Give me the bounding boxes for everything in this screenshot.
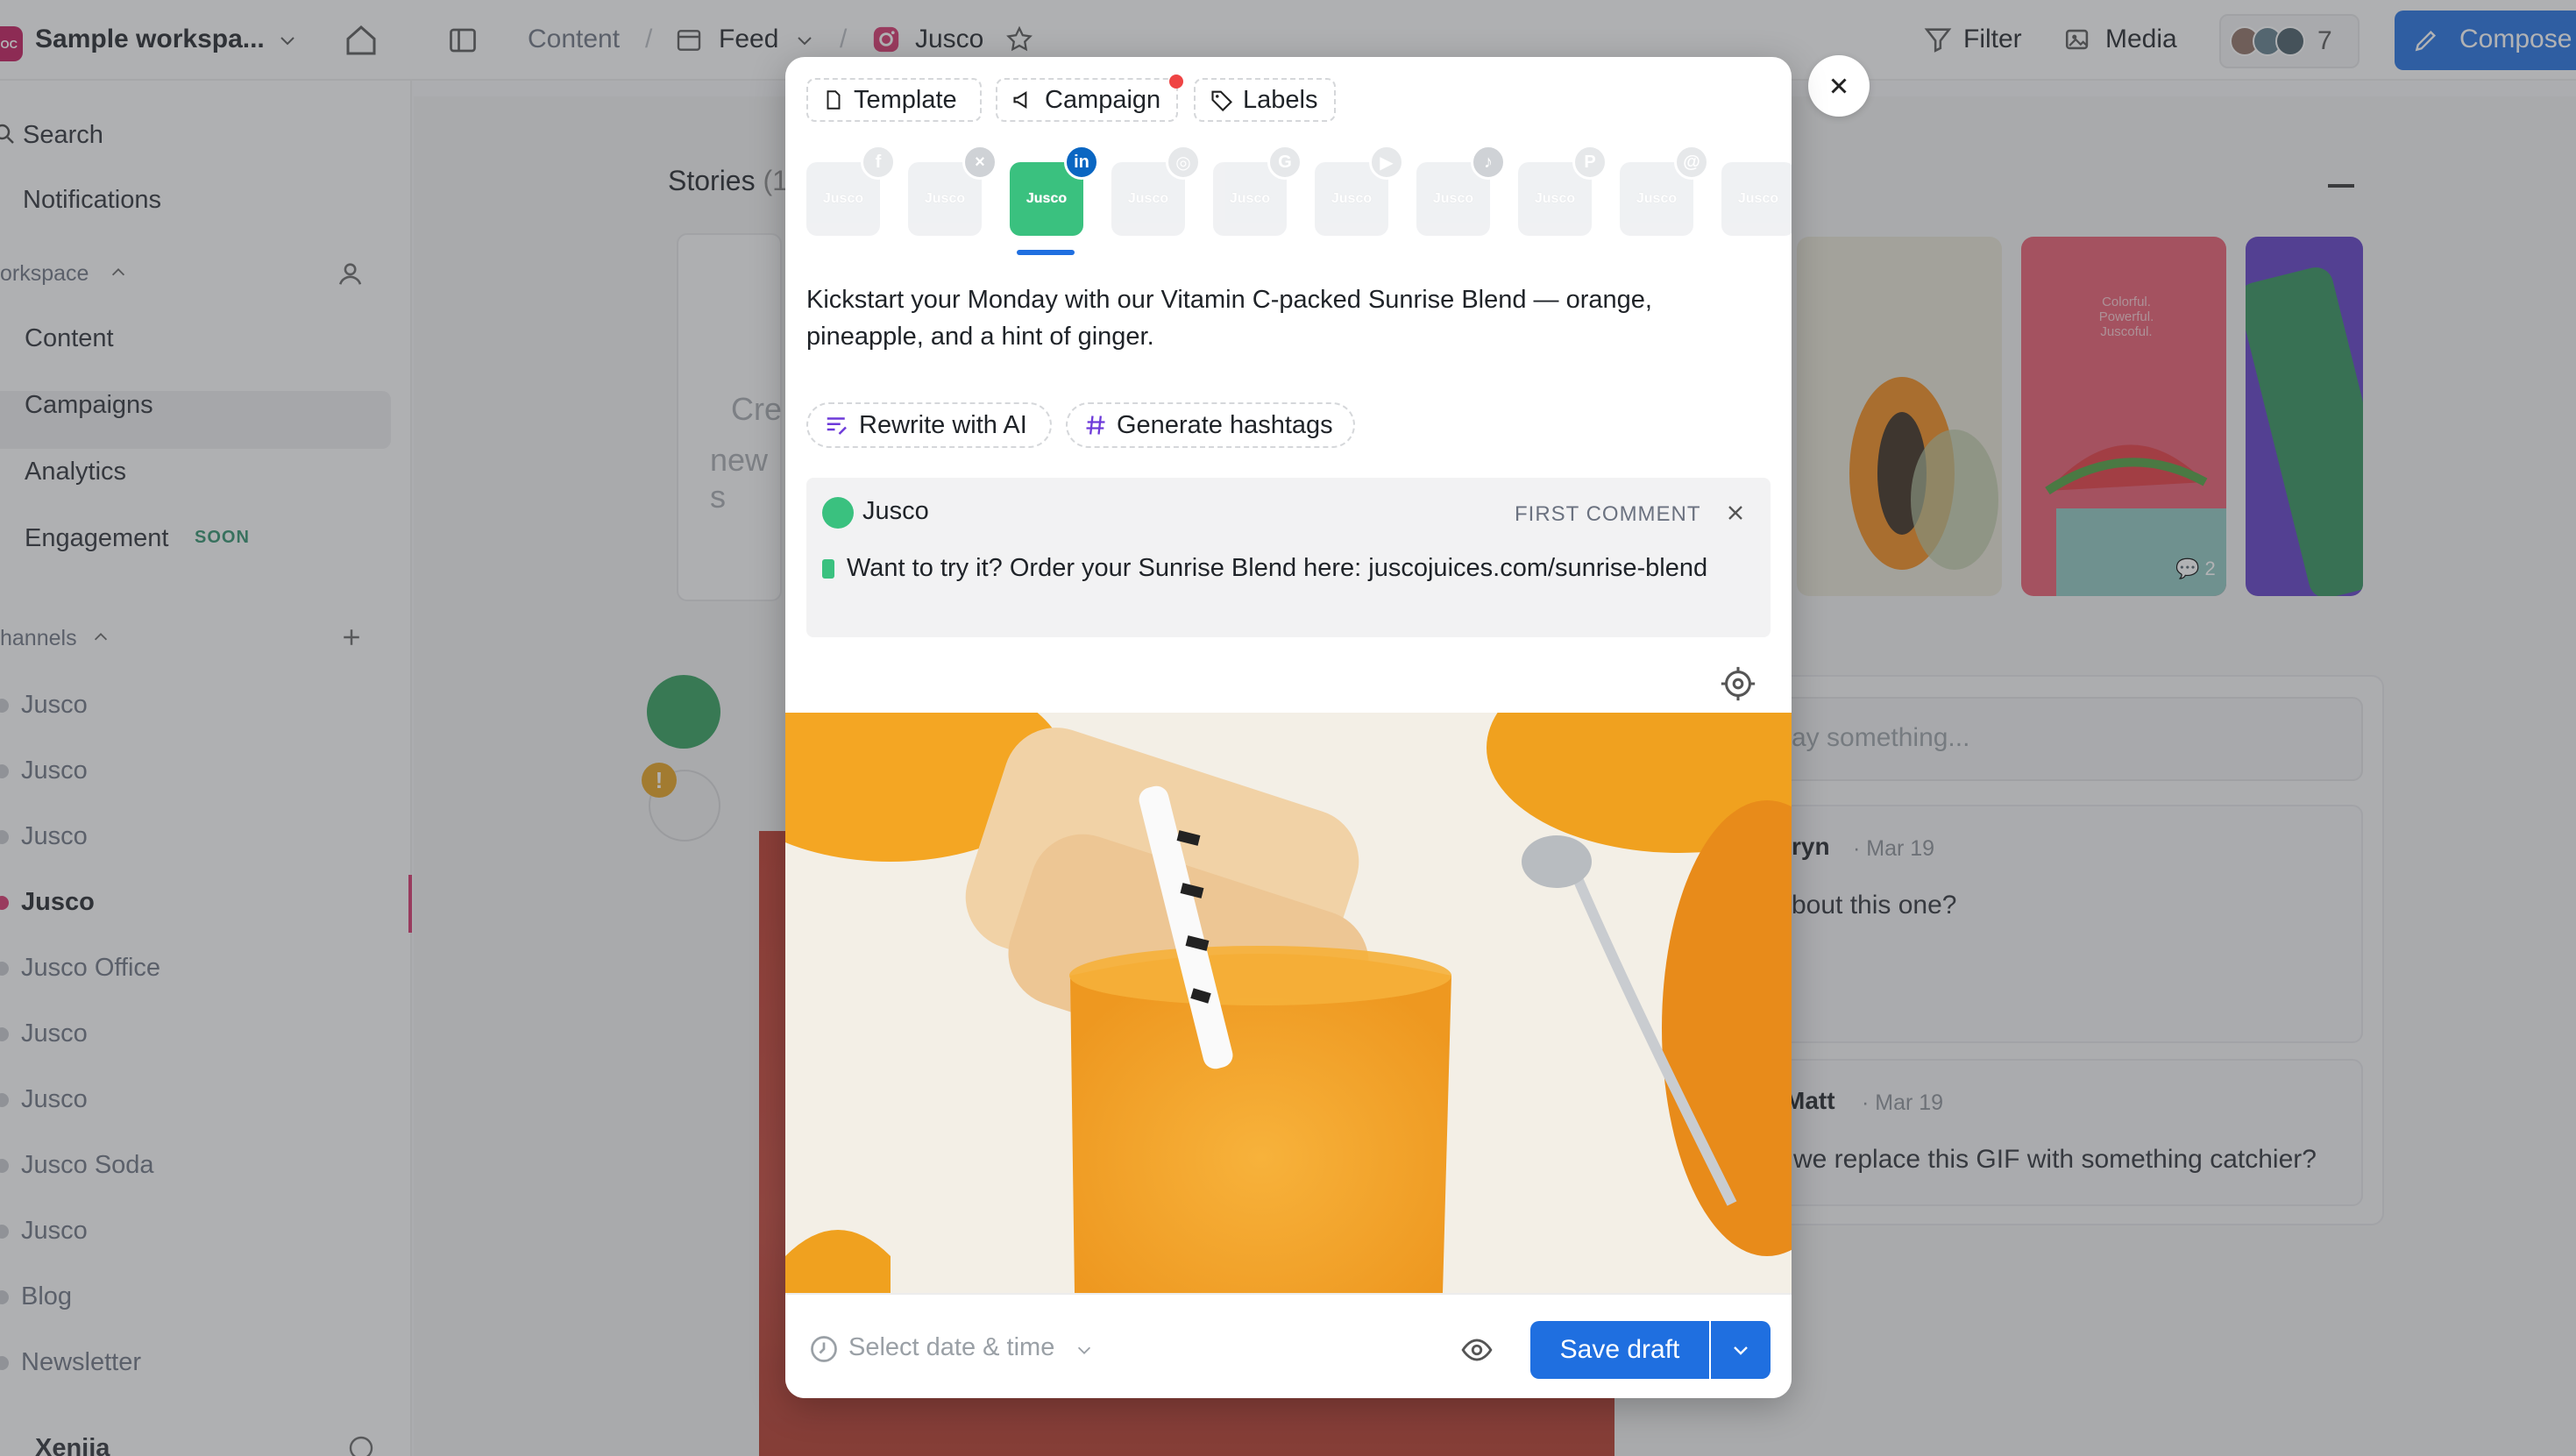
template-button[interactable]: Template [806,78,982,122]
close-modal-button[interactable] [1808,55,1870,117]
close-icon [1831,78,1847,94]
tag-icon [1211,90,1232,112]
post-media-image[interactable] [785,713,1792,1293]
generate-hashtags-button[interactable]: Generate hashtags [1066,402,1355,448]
avatar [822,497,854,529]
first-comment-author: Jusco [862,497,929,525]
channel-tile-other[interactable]: Jusco [1721,162,1792,236]
smoothie-image [785,713,1792,1293]
megaphone-icon [1013,90,1027,110]
campaign-notification-dot [1169,75,1183,89]
save-draft-button[interactable]: Save draft [1530,1321,1709,1379]
juice-emoji-icon [822,559,834,579]
threads-icon: @ [1674,145,1709,180]
ai-rewrite-icon [827,417,847,435]
facebook-icon: f [861,145,896,180]
rewrite-label: Rewrite with AI [859,410,1027,439]
composer-footer: Select date & time Save draft [785,1293,1792,1398]
chevron-down-icon[interactable] [1075,1340,1094,1360]
template-label: Template [854,85,957,114]
linkedin-icon: in [1064,145,1099,180]
campaign-button[interactable]: Campaign [996,78,1178,122]
clock-icon [811,1336,837,1362]
crosshair-icon[interactable] [1718,664,1758,704]
file-icon [827,90,841,110]
first-comment-box[interactable]: Jusco FIRST COMMENT Want to try it? Orde… [806,478,1771,637]
hashtag-icon [1086,415,1105,435]
rewrite-with-ai-button[interactable]: Rewrite with AI [806,402,1052,448]
hashtags-label: Generate hashtags [1117,410,1333,439]
campaign-label: Campaign [1045,85,1161,114]
eye-icon[interactable] [1460,1333,1494,1367]
date-time-picker[interactable]: Select date & time [848,1333,1054,1362]
chevron-down-icon [1734,1346,1748,1355]
labels-button[interactable]: Labels [1194,78,1336,122]
instagram-icon: ◎ [1166,145,1201,180]
post-text-editor[interactable]: Kickstart your Monday with our Vitamin C… [806,281,1771,355]
post-composer-modal: Template Campaign Labels Jusco f Jusco ×… [785,57,1792,1398]
pinterest-icon: P [1572,145,1607,180]
close-icon[interactable] [1723,501,1748,525]
labels-label: Labels [1243,85,1318,114]
google-icon: G [1267,145,1302,180]
first-comment-text[interactable]: Want to try it? Order your Sunrise Blend… [822,550,1751,586]
first-comment-label: FIRST COMMENT [1515,502,1701,526]
save-options-button[interactable] [1711,1321,1771,1379]
youtube-icon: ▶ [1369,145,1404,180]
first-comment-body: Want to try it? Order your Sunrise Blend… [847,554,1708,582]
active-channel-indicator [1017,250,1075,255]
tiktok-icon: ♪ [1471,145,1506,180]
x-icon: × [962,145,997,180]
